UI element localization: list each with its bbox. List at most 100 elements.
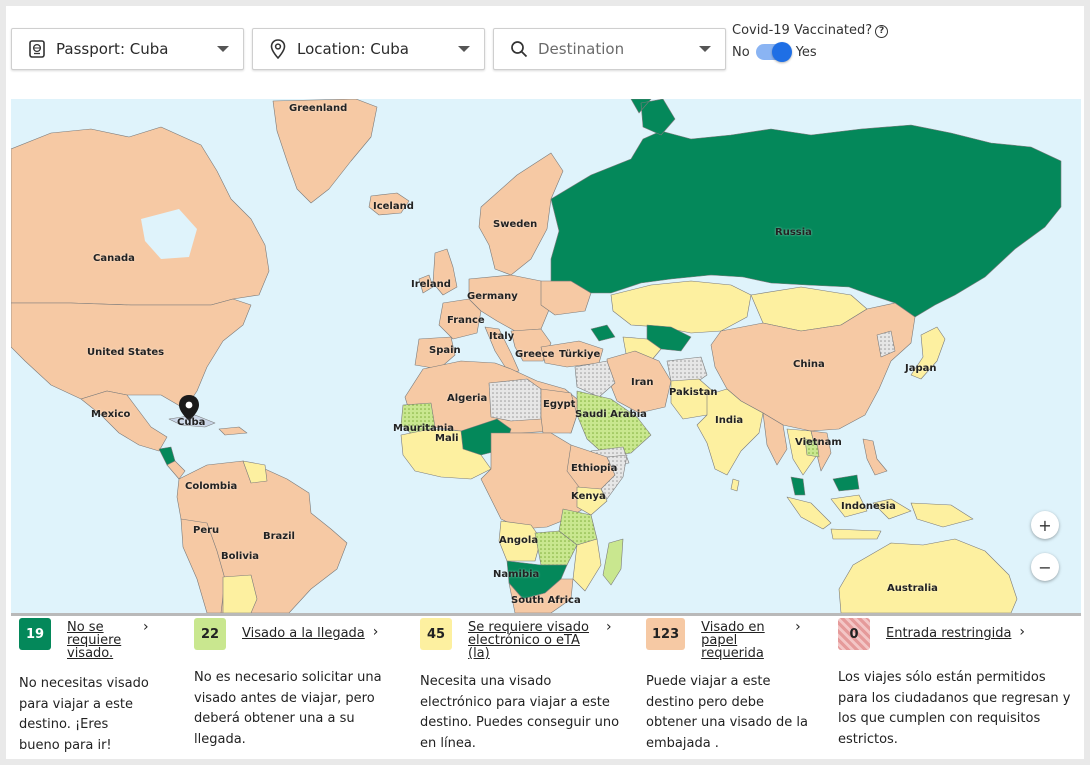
legend-title-link[interactable]: Visado en papel requerida — [701, 621, 787, 660]
vaccinated-toggle[interactable] — [755, 42, 792, 62]
map-label-south-africa: South Africa — [511, 595, 581, 606]
region-central-america-2 — [166, 460, 186, 480]
map-label-ethiopia: Ethiopia — [571, 463, 618, 474]
toggle-knob — [771, 42, 792, 62]
region-libya — [488, 378, 542, 422]
zoom-in-button[interactable]: + — [1031, 511, 1059, 539]
region-caucasus — [590, 324, 616, 342]
legend-count-badge: 22 — [194, 618, 226, 650]
map-label-iran: Iran — [631, 377, 654, 388]
passport-select[interactable]: Passport: Cuba — [11, 28, 244, 70]
legend-count-badge: 19 — [19, 618, 51, 650]
map-label-brazil: Brazil — [263, 531, 295, 542]
map-label-bolivia: Bolivia — [221, 551, 260, 562]
legend-title-link[interactable]: Se requiere visado electrónico o eTA (la… — [468, 621, 598, 660]
region-australia — [838, 538, 1018, 613]
legend-title-link[interactable]: Visado a la llegada — [242, 627, 365, 640]
passport-label: Passport: Cuba — [56, 40, 169, 58]
world-map[interactable]: Greenland Iceland Canada United States M… — [11, 99, 1081, 613]
region-greenland — [272, 99, 378, 204]
legend-card-embassy-visa[interactable]: 123 Visado en papel requerida › Puede vi… — [646, 618, 831, 754]
map-label-pakistan: Pakistan — [669, 387, 718, 398]
map-label-spain: Spain — [429, 345, 461, 356]
map-label-ireland: Ireland — [411, 279, 451, 290]
region-mozambique — [572, 538, 602, 592]
region-madagascar — [602, 538, 624, 586]
map-label-france: France — [447, 315, 485, 326]
map-label-colombia: Colombia — [185, 481, 238, 492]
region-hispaniola — [218, 426, 248, 436]
chevron-right-icon: › — [372, 624, 379, 640]
map-label-algeria: Algeria — [447, 393, 488, 404]
help-icon[interactable]: ? — [875, 25, 889, 38]
region-mexico — [80, 390, 168, 452]
destination-placeholder: Destination — [538, 40, 625, 58]
map-divider — [11, 613, 1081, 616]
map-label-russia: Russia — [775, 227, 812, 238]
map-label-cuba: Cuba — [177, 417, 206, 428]
map-label-namibia: Namibia — [493, 569, 540, 580]
search-icon — [508, 38, 530, 60]
legend-title-link[interactable]: Entrada restringida — [886, 627, 1011, 640]
map-label-australia: Australia — [887, 583, 938, 594]
map-label-canada: Canada — [93, 253, 135, 264]
map-label-sweden: Sweden — [493, 219, 538, 230]
legend-card-visa-free[interactable]: 19 No se requiere visado. › No necesitas… — [19, 618, 169, 756]
chevron-right-icon: › — [1019, 624, 1026, 640]
map-label-angola: Angola — [499, 535, 539, 546]
region-iraq-syria — [574, 360, 616, 398]
map-label-china: China — [793, 359, 825, 370]
region-kazakhstan — [610, 280, 752, 334]
legend-count-badge: 123 — [646, 618, 686, 650]
legend-card-eta[interactable]: 45 Se requiere visado electrónico o eTA … — [420, 618, 635, 754]
covid-label: Covid-19 Vaccinated? — [732, 23, 873, 38]
region-sri-lanka — [730, 478, 740, 492]
map-label-peru: Peru — [193, 525, 220, 536]
map-label-japan: Japan — [905, 363, 937, 374]
map-label-india: India — [715, 415, 744, 426]
legend-card-restricted[interactable]: 0 Entrada restringida › Los viajes sólo … — [838, 618, 1078, 750]
map-label-vietnam: Vietnam — [795, 437, 842, 448]
map-label-indonesia: Indonesia — [841, 501, 896, 512]
visa-legend: 19 No se requiere visado. › No necesitas… — [6, 618, 1084, 758]
map-label-mexico: Mexico — [91, 409, 131, 420]
region-bolivia-chile — [222, 574, 258, 613]
map-label-kenya: Kenya — [571, 491, 606, 502]
passport-icon — [26, 38, 48, 60]
legend-card-visa-on-arrival[interactable]: 22 Visado a la llegada › No es necesario… — [194, 618, 409, 750]
zoom-out-button[interactable]: − — [1031, 553, 1059, 581]
destination-select[interactable]: Destination — [493, 28, 726, 70]
location-pin-icon — [267, 38, 289, 60]
legend-count-badge: 45 — [420, 618, 452, 650]
map-label-greenland: Greenland — [289, 103, 348, 114]
legend-description: Puede viajar a este destino pero debe ob… — [646, 674, 808, 751]
region-egypt — [540, 388, 578, 434]
location-label: Location: Cuba — [297, 40, 409, 58]
chevron-down-icon — [217, 46, 229, 52]
chevron-right-icon: › — [795, 619, 801, 635]
region-philippines — [862, 438, 888, 476]
toggle-no-label: No — [732, 44, 750, 60]
legend-count-badge: 0 — [838, 618, 870, 650]
region-malaysia — [790, 474, 860, 496]
chevron-down-icon — [458, 46, 470, 52]
region-russia-islands — [630, 99, 676, 136]
map-label-mali: Mali — [435, 433, 459, 444]
location-select[interactable]: Location: Cuba — [252, 28, 485, 70]
map-label-turkiye: Türkiye — [559, 349, 601, 360]
covid-vaccinated-control: Covid-19 Vaccinated?? No Yes — [732, 23, 889, 62]
map-label-united-states: United States — [87, 347, 165, 358]
map-label-germany: Germany — [467, 291, 518, 302]
map-label-egypt: Egypt — [543, 399, 576, 410]
map-label-iceland: Iceland — [373, 201, 414, 212]
chevron-right-icon: › — [606, 619, 612, 635]
legend-description: No es necesario solicitar una visado ant… — [194, 670, 382, 747]
legend-title-link[interactable]: No se requiere visado. — [67, 621, 135, 660]
region-canada — [11, 126, 270, 306]
legend-description: No necesitas visado para viajar a este d… — [19, 676, 149, 753]
app-frame: Passport: Cuba Location: Cuba Destinatio… — [6, 6, 1084, 759]
chevron-right-icon: › — [143, 619, 149, 635]
toolbar: Passport: Cuba Location: Cuba Destinatio… — [6, 6, 1084, 98]
region-scandinavia — [478, 152, 564, 276]
map-label-saudi-arabia: Saudi Arabia — [575, 409, 647, 420]
